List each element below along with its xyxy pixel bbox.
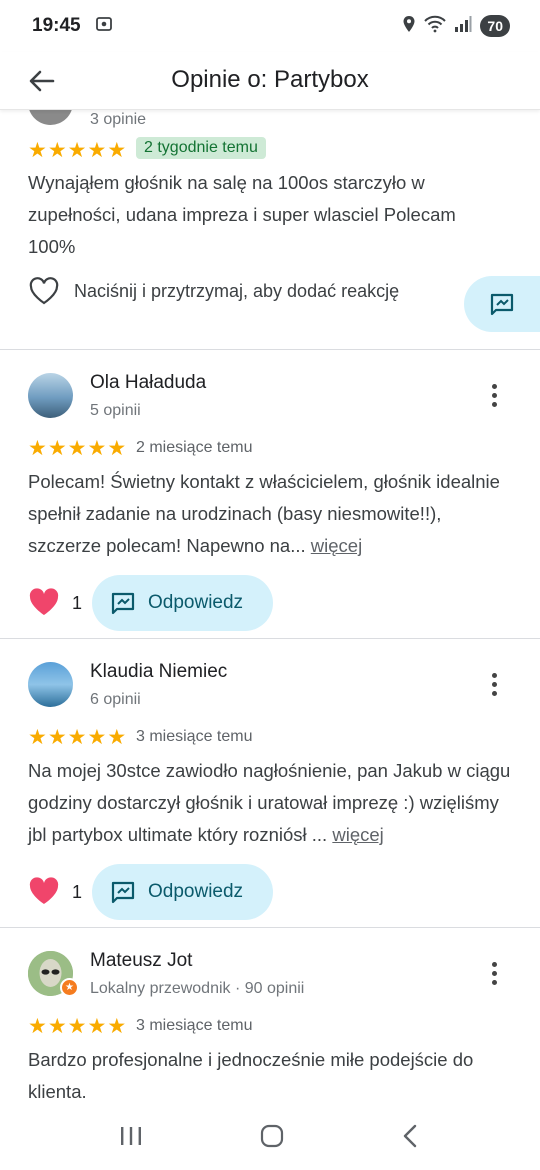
recent-apps-icon <box>120 1127 141 1145</box>
star-icon: ★ <box>87 139 107 162</box>
reply-button[interactable]: Odpowiedz <box>92 575 273 631</box>
star-icon: ★ <box>67 726 87 749</box>
status-bar: 19:45 70 <box>0 0 540 52</box>
reviewer-stats: 5 opinii <box>90 402 141 419</box>
star-icon: ★ <box>47 1015 67 1038</box>
review-date: 3 miesiące temu <box>136 728 253 745</box>
star-icon: ★ <box>87 1015 107 1038</box>
status-time: 19:45 <box>32 15 81 36</box>
reply-label: Odpowiedz <box>148 592 244 613</box>
star-icon: ★ <box>107 139 127 162</box>
more-options-button[interactable] <box>482 958 506 988</box>
star-icon: ★ <box>28 1015 47 1038</box>
system-nav-bar <box>0 1107 540 1170</box>
review-text: Polecam! Świetny kontakt z właścicielem,… <box>28 471 500 556</box>
review-text: Bardzo profesjonalne i jednocześnie miłe… <box>28 1049 474 1102</box>
star-icon: ★ <box>67 139 87 162</box>
reviewer-stats: 3 opinie <box>90 111 147 128</box>
star-icon: ★ <box>107 1015 127 1038</box>
page-title: Opinie o: Partybox <box>171 66 369 93</box>
app-bar: Opinie o: Partybox <box>0 52 540 110</box>
avatar[interactable] <box>28 662 73 707</box>
heart-outline-icon[interactable] <box>28 277 60 305</box>
star-icon: ★ <box>107 437 127 460</box>
heart-icon[interactable] <box>28 876 60 906</box>
chevron-left-icon <box>404 1124 417 1148</box>
reply-icon <box>490 293 514 316</box>
reviews-list[interactable]: 3 opinie ★ ★ ★ ★ ★ 2 tygodnie temu Wynająłem… <box>0 110 540 1107</box>
star-icon: ★ <box>28 726 47 749</box>
rating-stars: ★ ★ ★ ★ ★ <box>28 140 126 162</box>
wifi-icon <box>424 15 447 38</box>
reviewer-stats: Lokalny przewodnik · 90 opinii <box>90 980 305 997</box>
review-date-badge: 2 tygodnie temu <box>136 137 266 159</box>
avatar[interactable]: ★ <box>28 951 79 997</box>
star-icon: ★ <box>87 437 107 460</box>
like-count: 1 <box>72 593 83 613</box>
rating-stars: ★ ★ ★ ★ ★ <box>28 438 126 460</box>
reaction-row[interactable]: Naciśnij i przytrzymaj, aby dodać reakcj… <box>28 277 399 305</box>
more-link[interactable]: więcej <box>311 535 362 556</box>
reply-button[interactable] <box>464 276 540 332</box>
location-icon <box>402 15 416 38</box>
arrow-back-icon <box>29 70 55 92</box>
reaction-hint: Naciśnij i przytrzymaj, aby dodać reakcj… <box>74 280 400 301</box>
more-options-button[interactable] <box>482 669 506 699</box>
recent-apps-button[interactable] <box>118 1124 144 1153</box>
review-text-block: Polecam! Świetny kontakt z właścicielem,… <box>28 466 518 562</box>
home-button[interactable] <box>259 1123 285 1154</box>
signal-icon <box>454 15 472 38</box>
review-date: 2 miesiące temu <box>136 439 253 456</box>
star-icon: ★ <box>47 139 67 162</box>
avatar[interactable] <box>28 110 73 125</box>
review-card: Klaudia Niemiec 6 opinii ★ ★ ★ ★ ★ 3 miesiąc… <box>0 639 540 929</box>
review-date: 3 miesiące temu <box>136 1017 253 1034</box>
star-icon: ★ <box>28 139 47 162</box>
reply-button[interactable]: Odpowiedz <box>92 864 273 920</box>
review-text: Na mojej 30stce zawiodło nagłośnienie, p… <box>28 760 511 845</box>
star-icon: ★ <box>47 726 67 749</box>
rating-stars: ★ ★ ★ ★ ★ <box>28 727 126 749</box>
back-nav-button[interactable] <box>400 1123 422 1154</box>
star-icon: ★ <box>67 1015 87 1038</box>
screenshot-icon <box>95 15 113 38</box>
reviewer-name[interactable]: Mateusz Jot <box>90 950 192 972</box>
review-text: Wynająłem głośnik na salę na 100os starc… <box>28 172 456 257</box>
rating-stars: ★ ★ ★ ★ ★ <box>28 1016 126 1038</box>
like-count: 1 <box>72 882 83 902</box>
local-guide-badge: ★ <box>60 978 79 997</box>
reviewer-stats: 6 opinii <box>90 691 141 708</box>
reviewer-name[interactable]: Ola Haładuda <box>90 372 206 394</box>
star-icon: ★ <box>67 437 87 460</box>
reply-icon <box>111 592 135 615</box>
reviewer-name[interactable]: Klaudia Niemiec <box>90 661 227 683</box>
star-icon: ★ <box>87 726 107 749</box>
avatar[interactable] <box>28 373 73 418</box>
star-icon: ★ <box>107 726 127 749</box>
battery-indicator: 70 <box>480 15 510 37</box>
more-options-button[interactable] <box>482 380 506 410</box>
home-icon <box>260 1124 284 1148</box>
more-link[interactable]: więcej <box>332 824 383 845</box>
review-card: ★ Mateusz Jot Lokalny przewodnik · 90 op… <box>0 928 540 1107</box>
review-card: Ola Haładuda 5 opinii ★ ★ ★ ★ ★ 2 miesiące t… <box>0 350 540 640</box>
reply-icon <box>111 881 135 904</box>
heart-icon[interactable] <box>28 587 60 617</box>
star-icon: ★ <box>28 437 47 460</box>
reply-label: Odpowiedz <box>148 881 244 902</box>
review-text-block: Na mojej 30stce zawiodło nagłośnienie, p… <box>28 755 518 851</box>
back-button[interactable] <box>22 64 62 98</box>
star-icon: ★ <box>47 437 67 460</box>
review-card: 3 opinie ★ ★ ★ ★ ★ 2 tygodnie temu Wynająłem… <box>0 110 540 350</box>
